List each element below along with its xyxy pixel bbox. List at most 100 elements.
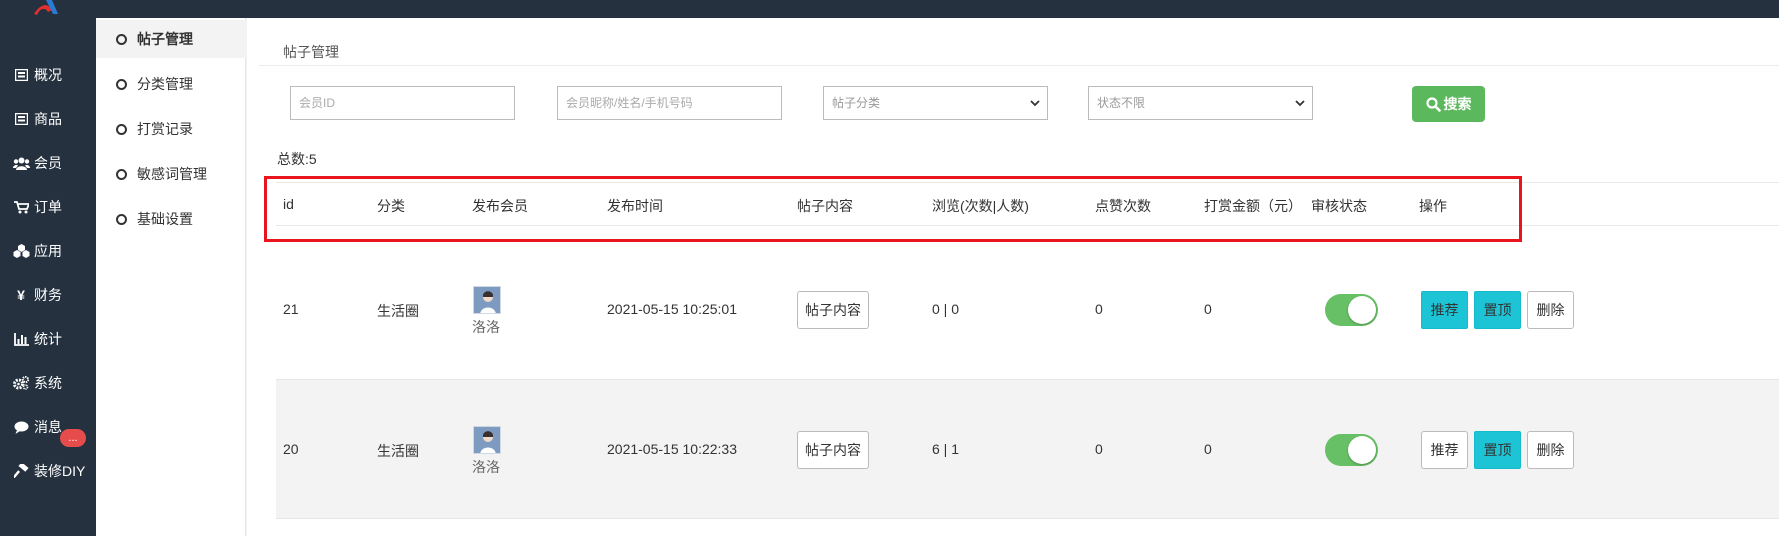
reward-amount: 0 — [1204, 441, 1212, 457]
toggle-knob — [1348, 296, 1376, 324]
main-sidebar: 概况 商品 会员 订单 应用 ¥ 财务 统计 系统 消息 装修DIY — [0, 18, 96, 536]
avatar — [473, 286, 501, 314]
sidebar-item-label: 统计 — [34, 331, 62, 347]
sidebar-item-finance[interactable]: ¥ 财务 — [0, 275, 96, 315]
post-id: 20 — [283, 441, 299, 457]
sidebar-item-label: 系统 — [34, 375, 62, 391]
goods-icon — [12, 111, 30, 127]
sidebar-item-label: 装修DIY — [34, 463, 86, 479]
column-header-publish-time: 发布时间 — [607, 198, 663, 214]
table-header: id 分类 发布会员 发布时间 帖子内容 浏览(次数|人数) 点赞次数 打赏金额… — [276, 182, 1779, 226]
circle-icon — [116, 168, 127, 180]
column-header-id: id — [283, 196, 294, 212]
breadcrumb: 帖子管理 — [259, 28, 1779, 66]
category-select[interactable]: 帖子分类 — [823, 86, 1048, 120]
breadcrumb-current: 帖子管理 — [283, 44, 339, 60]
sidebar-item-members[interactable]: 会员 — [0, 143, 96, 183]
pin-top-button[interactable]: 置顶 — [1474, 291, 1521, 329]
member-id-input[interactable] — [290, 86, 515, 120]
circle-icon — [116, 123, 127, 135]
main-content: 帖子管理 帖子分类 状态不限 搜索 总数:5 id 分类 发布会员 发布时间 帖… — [247, 18, 1779, 536]
publish-time: 2021-05-15 10:25:01 — [607, 301, 737, 317]
recommend-button[interactable]: 推荐 — [1421, 431, 1468, 469]
sidebar-item-overview[interactable]: 概况 — [0, 55, 96, 95]
apps-icon — [12, 243, 30, 259]
sidebar-item-label: 消息 — [34, 419, 62, 435]
sidebar-item-label: 财务 — [34, 287, 62, 303]
subnav-item-category-management[interactable]: 分类管理 — [96, 65, 246, 103]
yen-icon: ¥ — [17, 287, 25, 303]
category-select-wrap: 帖子分类 — [823, 86, 1048, 120]
post-id: 21 — [283, 301, 299, 317]
subnav-item-sensitive-words[interactable]: 敏感词管理 — [96, 155, 246, 193]
column-header-likes: 点赞次数 — [1095, 198, 1151, 214]
search-button-label: 搜索 — [1443, 96, 1472, 112]
gears-icon — [12, 375, 30, 391]
members-icon — [12, 155, 30, 171]
subnav-item-reward-records[interactable]: 打赏记录 — [96, 110, 246, 148]
bar-chart-icon — [12, 331, 30, 347]
circle-icon — [116, 78, 127, 90]
subnav-item-basic-settings[interactable]: 基础设置 — [96, 200, 246, 238]
column-header-review-status: 审核状态 — [1311, 198, 1367, 214]
like-count: 0 — [1095, 441, 1103, 457]
delete-button[interactable]: 删除 — [1527, 291, 1574, 329]
review-status-toggle[interactable] — [1325, 294, 1378, 326]
sidebar-item-label: 订单 — [34, 199, 62, 215]
sidebar-item-label: 应用 — [34, 243, 62, 259]
table-row: 20 生活圈 洛洛 2021-05-15 10:22:33 帖子内容 6 | 1… — [276, 380, 1779, 519]
review-status-toggle[interactable] — [1325, 434, 1378, 466]
column-header-content: 帖子内容 — [797, 198, 853, 214]
subnav-item-label: 帖子管理 — [137, 31, 193, 47]
member-info-input[interactable] — [557, 86, 782, 120]
column-header-views: 浏览(次数|人数) — [932, 198, 1029, 214]
recommend-button[interactable]: 推荐 — [1421, 291, 1468, 329]
total-count: 总数:5 — [277, 151, 317, 167]
publish-time: 2021-05-15 10:22:33 — [607, 441, 737, 457]
sidebar-item-orders[interactable]: 订单 — [0, 187, 96, 227]
sidebar-item-apps[interactable]: 应用 — [0, 231, 96, 271]
subnav-item-label: 基础设置 — [137, 211, 193, 227]
sidebar-item-decorate-diy[interactable]: 装修DIY — [0, 451, 96, 491]
subnav-item-label: 分类管理 — [137, 76, 193, 92]
sidebar-item-system[interactable]: 系统 — [0, 363, 96, 403]
table-row: 21 生活圈 洛洛 2021-05-15 10:25:01 帖子内容 0 | 0… — [276, 241, 1779, 380]
reward-amount: 0 — [1204, 301, 1212, 317]
message-badge: ... — [60, 429, 86, 447]
sidebar-item-label: 商品 — [34, 111, 62, 127]
post-category: 生活圈 — [377, 443, 419, 459]
post-category: 生活圈 — [377, 303, 419, 319]
column-header-category: 分类 — [377, 198, 405, 214]
sidebar-item-goods[interactable]: 商品 — [0, 99, 96, 139]
post-content-button[interactable]: 帖子内容 — [797, 291, 869, 329]
subnav-item-post-management[interactable]: 帖子管理 — [96, 20, 246, 58]
search-button[interactable]: 搜索 — [1412, 86, 1485, 122]
view-stats: 0 | 0 — [932, 301, 959, 317]
column-header-member: 发布会员 — [472, 198, 528, 214]
circle-icon — [116, 213, 127, 225]
subnav-item-label: 敏感词管理 — [137, 166, 207, 182]
post-content-button[interactable]: 帖子内容 — [797, 431, 869, 469]
cart-icon — [12, 199, 30, 215]
top-bar — [0, 0, 1779, 18]
circle-icon — [116, 33, 127, 45]
toggle-knob — [1348, 436, 1376, 464]
sidebar-item-label: 会员 — [34, 155, 62, 171]
member-name: 洛洛 — [472, 459, 500, 475]
avatar — [473, 426, 501, 454]
search-icon — [1425, 96, 1441, 112]
sub-sidebar: 帖子管理 分类管理 打赏记录 敏感词管理 基础设置 — [96, 18, 246, 536]
sidebar-item-label: 概况 — [34, 67, 62, 83]
status-select-wrap: 状态不限 — [1088, 86, 1313, 120]
member-name: 洛洛 — [472, 319, 500, 335]
sidebar-item-statistics[interactable]: 统计 — [0, 319, 96, 359]
brand-logo-icon — [34, 0, 58, 15]
column-header-actions: 操作 — [1419, 198, 1447, 214]
subnav-item-label: 打赏记录 — [137, 121, 193, 137]
delete-button[interactable]: 删除 — [1527, 431, 1574, 469]
chat-icon — [12, 419, 30, 435]
status-select[interactable]: 状态不限 — [1088, 86, 1313, 120]
pin-top-button[interactable]: 置顶 — [1474, 431, 1521, 469]
like-count: 0 — [1095, 301, 1103, 317]
overview-icon — [12, 67, 30, 83]
